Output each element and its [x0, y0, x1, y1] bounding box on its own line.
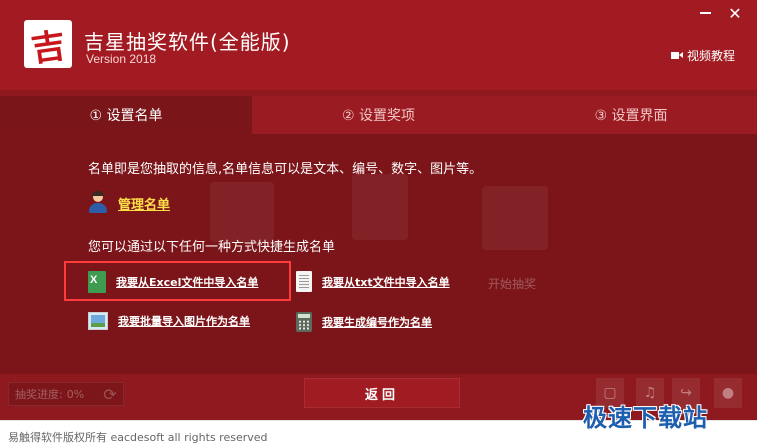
import-txt-option[interactable]: 我要从txt文件中导入名单	[296, 271, 450, 292]
manage-list-link[interactable]: 管理名单	[118, 194, 170, 213]
import-excel-option[interactable]: X 我要从Excel文件中导入名单	[88, 271, 258, 293]
generate-numbers-label: 我要生成编号作为名单	[322, 316, 432, 329]
close-icon: ✕	[728, 3, 742, 23]
app-window: 吉 吉星抽奖软件(全能版) Version 2018 ✕ 视频教程 ① 设置名单…	[0, 0, 757, 448]
import-images-label: 我要批量导入图片作为名单	[118, 315, 250, 328]
close-button[interactable]: ✕	[724, 3, 746, 23]
import-methods-description: 您可以通过以下任何一种方式快捷生成名单	[88, 240, 336, 255]
minimize-icon	[699, 12, 711, 14]
excel-file-icon: X	[88, 271, 106, 293]
tab-set-list[interactable]: ① 设置名单	[0, 96, 252, 134]
app-version: Version 2018	[86, 52, 157, 66]
generate-numbers-option[interactable]: 我要生成编号作为名单	[296, 312, 432, 332]
minimize-button[interactable]	[694, 4, 716, 22]
progress-value: 0%	[66, 387, 85, 401]
video-camera-icon	[671, 51, 683, 60]
text-file-icon	[296, 271, 312, 292]
progress-label: 抽奖进度:	[15, 388, 63, 401]
image-icon	[88, 312, 108, 330]
logo-char: 吉	[28, 25, 69, 70]
app-title: 吉星抽奖软件(全能版)	[84, 30, 291, 54]
tab-set-interface[interactable]: ③ 设置界面	[505, 96, 757, 134]
user-small-icon: ●	[721, 385, 735, 401]
video-tutorial-label: 视频教程	[687, 49, 736, 63]
watermark-text: 极速下载站	[583, 404, 708, 432]
start-draw-label: 开始抽奖	[488, 277, 537, 291]
import-excel-label: 我要从Excel文件中导入名单	[116, 276, 259, 289]
import-images-option[interactable]: 我要批量导入图片作为名单	[88, 312, 250, 330]
refresh-icon[interactable]: ⟳	[100, 384, 120, 404]
content-panel: 名单即是您抽取的信息,名单信息可以是文本、编号、数字、图片等。 管理名单 您可以…	[0, 134, 757, 374]
list-description: 名单即是您抽取的信息,名单信息可以是文本、编号、数字、图片等。	[88, 162, 483, 177]
import-txt-label: 我要从txt文件中导入名单	[322, 275, 450, 289]
user-icon	[88, 191, 108, 214]
background-bag-icon	[210, 182, 274, 242]
tab-bar: ① 设置名单 ② 设置奖项 ③ 设置界面	[0, 96, 757, 134]
background-notepad-icon	[352, 174, 408, 240]
app-logo: 吉	[24, 20, 72, 70]
copyright-text: 易触得软件版权所有 eacdesoft all rights reserved	[8, 431, 268, 444]
video-tutorial-link[interactable]: 视频教程	[671, 47, 735, 64]
calculator-icon	[296, 312, 312, 332]
manage-list-row: 管理名单	[88, 191, 170, 214]
back-button[interactable]: 返回	[304, 378, 460, 408]
tab-set-prizes[interactable]: ② 设置奖项	[252, 96, 505, 134]
header: 吉 吉星抽奖软件(全能版) Version 2018 ✕ 视频教程	[0, 0, 757, 90]
user-button[interactable]: ●	[714, 378, 742, 408]
background-clapboard-icon	[482, 186, 548, 250]
